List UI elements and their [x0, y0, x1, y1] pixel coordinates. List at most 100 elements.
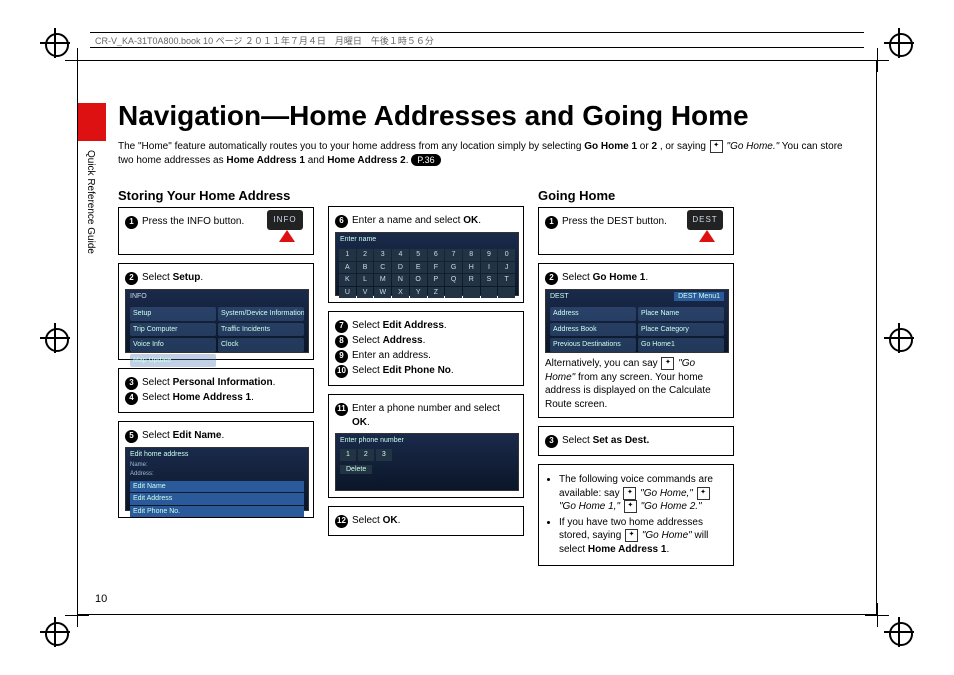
keyboard-key: Q [445, 274, 462, 285]
source-file-header: CR-V_KA-31T0A800.book 10 ページ ２０１１年７月４日 月… [95, 34, 434, 47]
keyboard-key: O [410, 274, 427, 285]
up-arrow-icon [279, 230, 295, 242]
side-tab-label: Quick Reference Guide [85, 150, 96, 254]
column-storing-home-continued: 6Enter a name and select OK. Enter name … [328, 188, 524, 544]
keyboard-key: Z [428, 287, 445, 298]
intro-italic: "Go Home." [727, 141, 780, 152]
keyboard-key: B [357, 262, 374, 273]
screen-menu-item: Trip Computer [130, 323, 216, 336]
column-going-home: Going Home 1Press the DEST button. DEST … [538, 188, 734, 574]
keyboard-key: 4 [392, 249, 409, 260]
step-box: 1 Press the DEST button. DEST [538, 207, 734, 255]
screen-menu-item: Clock [218, 338, 304, 351]
keyboard-key: J [498, 262, 515, 273]
step-text: Select Edit Phone No. [352, 364, 454, 378]
step-box: 2Select Setup. INFO SetupSystem/Device I… [118, 263, 314, 360]
keyboard-key: V [357, 287, 374, 298]
screen-title: Edit home address [126, 448, 308, 461]
screen-title: Enter name [336, 233, 518, 246]
screen-menu-item: Address Book [550, 323, 636, 336]
screen-menu-item: Place Category [638, 323, 724, 336]
step-number-icon: 1 [125, 216, 138, 229]
column-storing-home: Storing Your Home Address 1Press the INF… [118, 188, 314, 526]
screen-menu-item: Edit Name [130, 481, 304, 492]
keyboard-key [463, 287, 480, 298]
intro-bold: Home Address 2 [327, 155, 406, 166]
voice-icon: ✦ [624, 500, 637, 513]
intro-paragraph: The "Home" feature automatically routes … [118, 140, 859, 167]
keyboard-key: X [392, 287, 409, 298]
keyboard-key: E [410, 262, 427, 273]
keyboard-key: D [392, 262, 409, 273]
step-number-icon: 4 [125, 392, 138, 405]
screen-menu-item: Edit Address [130, 493, 304, 504]
screen-title: DEST Menu1 [674, 292, 724, 301]
header-rule [90, 32, 864, 33]
step-box: 3Select Set as Dest. [538, 426, 734, 456]
voice-icon: ✦ [697, 487, 710, 500]
step-text: Select Go Home 1. [562, 271, 648, 285]
info-button-illustration: INFO [267, 210, 307, 242]
up-arrow-icon [699, 230, 715, 242]
step-box: 3Select Personal Information. 4Select Ho… [118, 368, 314, 413]
intro-bold: 2 [651, 141, 657, 152]
keyboard-key: R [463, 274, 480, 285]
keyboard-key: 0 [498, 249, 515, 260]
step-number-icon: 5 [125, 430, 138, 443]
page-title: Navigation—Home Addresses and Going Home [118, 100, 749, 132]
intro-bold: Go Home 1 [584, 141, 637, 152]
keyboard-key: A [339, 262, 356, 273]
keyboard-key: 7 [445, 249, 462, 260]
keyboard-key: I [481, 262, 498, 273]
step-text: Select Edit Address. [352, 319, 447, 333]
keyboard-key [481, 287, 498, 298]
step-text: Select Home Address 1. [142, 391, 254, 405]
dest-menu-screen-illustration: DESTDEST Menu1 AddressPlace NameAddress … [545, 289, 729, 353]
keyboard-key [498, 287, 515, 298]
step-number-icon: 1 [545, 216, 558, 229]
screen-menu-item: Place Name [638, 307, 724, 320]
keyboard-key: N [392, 274, 409, 285]
keyboard-key: K [339, 274, 356, 285]
step-text: Select Address. [352, 334, 425, 348]
intro-bold: Home Address 1 [226, 155, 305, 166]
step-number-icon: 3 [545, 435, 558, 448]
screen-menu-item: Edit Phone No. [130, 506, 304, 517]
list-item: The following voice commands are availab… [559, 473, 727, 514]
screen-menu-item: System/Device Information [218, 307, 304, 320]
step-number-icon: 6 [335, 215, 348, 228]
step-text: Select Personal Information. [142, 376, 275, 390]
keyboard-key: 9 [481, 249, 498, 260]
section-color-tab [78, 103, 106, 141]
registration-mark [40, 323, 70, 353]
keyboard-key: 5 [410, 249, 427, 260]
keyboard-screen-illustration: Enter name 1234567890ABCDEFGHIJKLMNOPQRS… [335, 232, 519, 296]
keyboard-key: L [357, 274, 374, 285]
step-text: Enter a phone number and select OK. [352, 402, 517, 429]
registration-mark [884, 323, 914, 353]
info-button-label: INFO [267, 210, 303, 230]
keyboard-key: 3 [374, 249, 391, 260]
step-number-icon: 2 [125, 272, 138, 285]
screen-menu-item: Map Update [130, 354, 216, 367]
page-ref-pill: P.36 [411, 154, 440, 166]
step-text: Select Edit Name. [142, 429, 224, 443]
step-text: Select OK. [352, 514, 400, 528]
keyboard-key: T [498, 274, 515, 285]
keyboard-key: U [339, 287, 356, 298]
keyboard-key: P [428, 274, 445, 285]
voice-icon: ✦ [625, 529, 638, 542]
step-box: 6Enter a name and select OK. Enter name … [328, 206, 524, 303]
keyboard-key: 8 [463, 249, 480, 260]
keyboard-key: Y [410, 287, 427, 298]
step-text: Press the INFO button. [142, 215, 244, 229]
step-number-icon: 10 [335, 365, 348, 378]
keyboard-key: F [428, 262, 445, 273]
dest-button-illustration: DEST [687, 210, 727, 242]
edit-home-screen-illustration: Edit home address Name:Address: Edit Nam… [125, 447, 309, 511]
step-text: Enter a name and select OK. [352, 214, 481, 228]
step-text: Enter an address. [352, 349, 431, 363]
keyboard-key: S [481, 274, 498, 285]
step-text: Press the DEST button. [562, 215, 667, 229]
page-number: 10 [95, 593, 107, 605]
